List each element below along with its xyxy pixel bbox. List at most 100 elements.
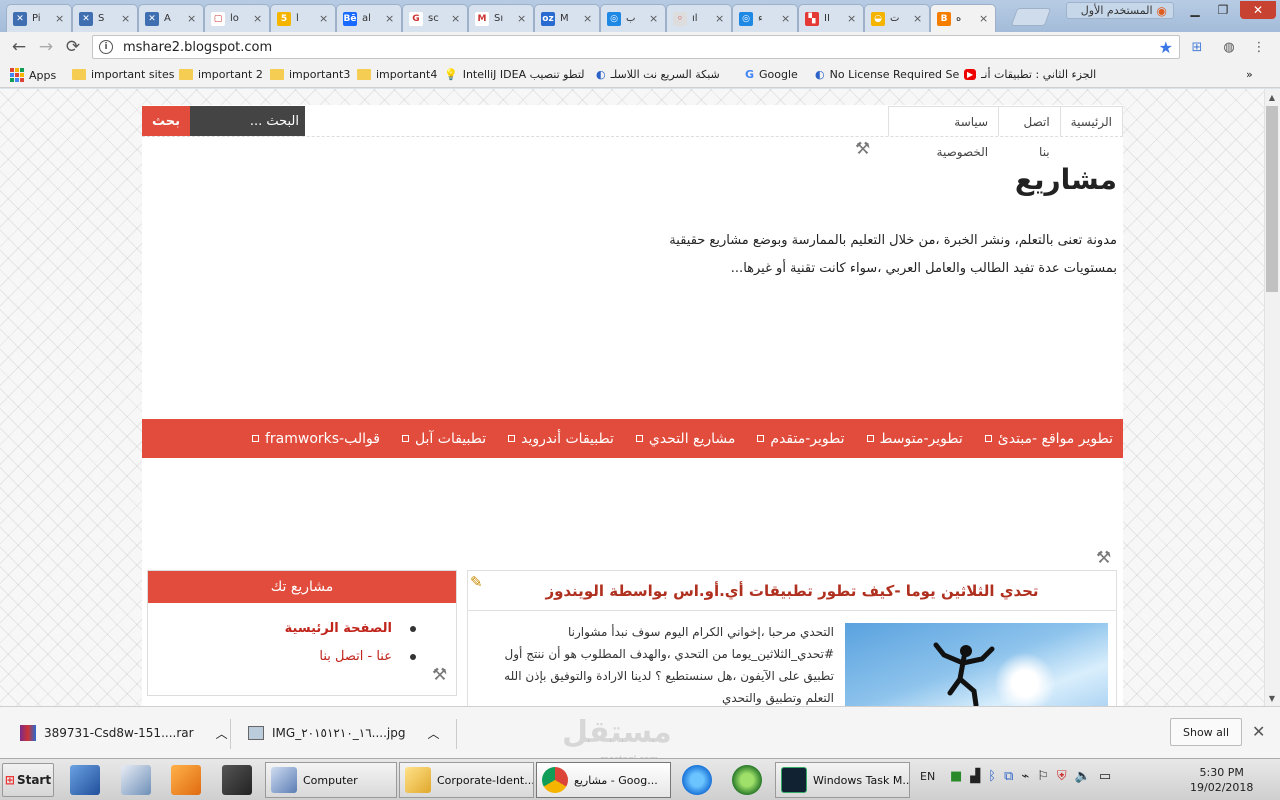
internet-explorer-icon[interactable] — [682, 765, 712, 795]
browser-tab[interactable]: ✕ Pi × — [6, 4, 72, 32]
browser-tab[interactable]: Bē al × — [336, 4, 402, 32]
browser-tab[interactable]: B ه × — [930, 4, 996, 32]
show-all-button[interactable]: Show all — [1170, 718, 1242, 746]
tab-close-icon[interactable]: × — [913, 12, 922, 25]
bookmark-bulb[interactable]: 💡 IntelliJ IDEA لتطو تنصيب — [444, 68, 585, 81]
browser-tab[interactable]: ✕ S × — [72, 4, 138, 32]
language-indicator[interactable]: EN — [920, 770, 935, 783]
menu-item[interactable]: تطبيقات آبل — [401, 431, 486, 447]
computer-app-icon[interactable] — [121, 765, 151, 795]
browser-tab[interactable]: ◎ ب × — [600, 4, 666, 32]
blog-title[interactable]: مشاريع — [1015, 163, 1117, 196]
tab-close-icon[interactable]: × — [781, 12, 790, 25]
chevron-up-icon[interactable]: ︿ — [427, 725, 439, 742]
signal-icon[interactable]: ▟ — [970, 769, 980, 784]
browser-tab[interactable]: ◦ ıl × — [666, 4, 732, 32]
browser-tab[interactable]: Gsc × — [402, 4, 468, 32]
post-title[interactable]: تحدي الثلاثين يوما -كيف تطور تطبيقات أي.… — [468, 571, 1116, 611]
chevron-up-icon[interactable]: ︿ — [216, 725, 228, 742]
edit-wrench-icon[interactable]: ⚒ — [855, 139, 870, 159]
tab-close-icon[interactable]: × — [253, 12, 262, 25]
download-item[interactable]: IMG_١٦_٢٠١٥١٢١٠....jpg ︿ — [248, 719, 440, 747]
bookmark-folder[interactable]: important4 — [357, 68, 437, 81]
restore-button[interactable]: ❐ — [1208, 1, 1238, 19]
bookmark-folder[interactable]: important3 — [270, 68, 350, 81]
sublime-text-icon[interactable] — [222, 765, 252, 795]
bookmark-apps[interactable]: Apps — [10, 68, 56, 82]
topnav-home[interactable]: الرئيسية — [1059, 107, 1122, 136]
menu-item[interactable]: تطوير-متوسط — [866, 431, 963, 447]
menu-item[interactable]: تطبيقات أندرويد — [508, 431, 614, 447]
bookmark-folder[interactable]: important sites — [72, 68, 174, 81]
menu-item[interactable]: تطوير-متقدم — [757, 431, 845, 447]
address-bar[interactable]: i mshare2.blogspot.com ★ — [92, 35, 1180, 59]
menu-item[interactable]: مشاريع التحدي — [635, 431, 735, 447]
tab-close-icon[interactable]: × — [121, 12, 130, 25]
topnav-contact[interactable]: اتصل بنا — [998, 107, 1060, 159]
system-clock[interactable]: 5:30 PM 19/02/2018 — [1190, 765, 1253, 795]
search-button[interactable]: بحث — [142, 106, 190, 136]
tab-close-icon[interactable]: × — [385, 12, 394, 25]
edit-pencil-icon[interactable]: ✎ — [470, 573, 483, 591]
taskbar-item-task-manager[interactable]: Windows Task M... — [775, 762, 910, 798]
flag-icon[interactable]: ⚐ — [1037, 769, 1049, 784]
tab-close-icon[interactable]: × — [979, 12, 988, 25]
tab-close-icon[interactable]: × — [847, 12, 856, 25]
taskbar-item-chrome[interactable]: مشاريع - Goog... — [536, 762, 671, 798]
tab-close-icon[interactable]: × — [319, 12, 328, 25]
browser-tab[interactable]: ◎ ء × — [732, 4, 798, 32]
edit-wrench-icon[interactable]: ⚒ — [432, 665, 447, 685]
back-button[interactable]: ← — [8, 37, 30, 57]
edit-wrench-icon[interactable]: ⚒ — [1096, 548, 1111, 568]
info-icon[interactable]: i — [99, 40, 113, 54]
tab-close-icon[interactable]: × — [583, 12, 592, 25]
scroll-down-arrow-icon[interactable]: ▼ — [1264, 690, 1280, 706]
bookmarks-overflow-icon[interactable]: » — [1246, 68, 1253, 81]
browser-tab[interactable]: M Sı × — [468, 4, 534, 32]
bookmark-youtube[interactable]: ▶ الجزء الثاني : تطبيقات أنـ — [964, 68, 1096, 81]
bookmark-site[interactable]: ◐ No License Required Se — [815, 68, 959, 81]
scrollbar-thumb[interactable] — [1266, 106, 1278, 292]
usb-icon[interactable]: ⌁ — [1021, 769, 1029, 784]
minimize-button[interactable]: ▁ — [1180, 1, 1210, 19]
start-button[interactable]: ⊞ Start — [2, 763, 54, 797]
topnav-privacy[interactable]: سياسة الخصوصية — [889, 107, 998, 159]
menu-item[interactable]: قوالب-framworks — [251, 431, 380, 447]
bookmark-site[interactable]: ◐ شبكة السريع نت اللاسلـ — [596, 68, 720, 81]
browser-tab[interactable]: 5 أ × — [270, 4, 336, 32]
tab-close-icon[interactable]: × — [517, 12, 526, 25]
network-globe-icon[interactable] — [732, 765, 762, 795]
window-close-button[interactable]: ✕ — [1240, 1, 1276, 19]
widget-link-about[interactable]: عنا - اتصل بنا — [285, 643, 416, 671]
tray-app-icon[interactable]: ■ — [950, 769, 962, 784]
bookmark-star-icon[interactable]: ★ — [1159, 38, 1173, 57]
keyboard-app-icon[interactable] — [70, 765, 100, 795]
tab-close-icon[interactable]: × — [649, 12, 658, 25]
translate-icon[interactable]: ⊞ — [1188, 38, 1206, 56]
menu-icon[interactable]: ⋮ — [1250, 38, 1268, 56]
post-thumbnail[interactable] — [845, 623, 1108, 706]
bookmark-google[interactable]: G Google — [745, 68, 798, 81]
volume-icon[interactable]: 🔈 — [1075, 769, 1091, 784]
close-icon[interactable]: ✕ — [1252, 722, 1265, 741]
security-icon[interactable]: ⛨ — [1057, 769, 1067, 784]
tab-close-icon[interactable]: × — [55, 12, 64, 25]
reload-button[interactable]: ⟳ — [62, 37, 84, 57]
browser-tab[interactable]: ◒ ت × — [864, 4, 930, 32]
tab-close-icon[interactable]: × — [451, 12, 460, 25]
bluetooth-icon[interactable]: ᛒ — [988, 769, 996, 784]
bookmark-folder[interactable]: important 2 — [179, 68, 263, 81]
tab-close-icon[interactable]: × — [187, 12, 196, 25]
new-tab-button[interactable] — [1010, 8, 1052, 26]
browser-tab[interactable]: ▢ lo × — [204, 4, 270, 32]
taskbar-item-folder[interactable]: Corporate-Ident... — [399, 762, 534, 798]
tab-close-icon[interactable]: × — [715, 12, 724, 25]
profile-button[interactable]: المستخدم الأول ◉ — [1066, 2, 1174, 19]
widget-link-home[interactable]: الصفحة الرئيسية — [285, 615, 416, 643]
browser-tab[interactable]: ✕ A × — [138, 4, 204, 32]
battery-icon[interactable]: ▭ — [1099, 769, 1111, 784]
media-player-icon[interactable] — [171, 765, 201, 795]
extension-icon[interactable]: ◍ — [1220, 38, 1238, 56]
menu-item[interactable]: تطوير مواقع -مبتدئ — [984, 431, 1113, 447]
search-input[interactable] — [190, 106, 305, 136]
